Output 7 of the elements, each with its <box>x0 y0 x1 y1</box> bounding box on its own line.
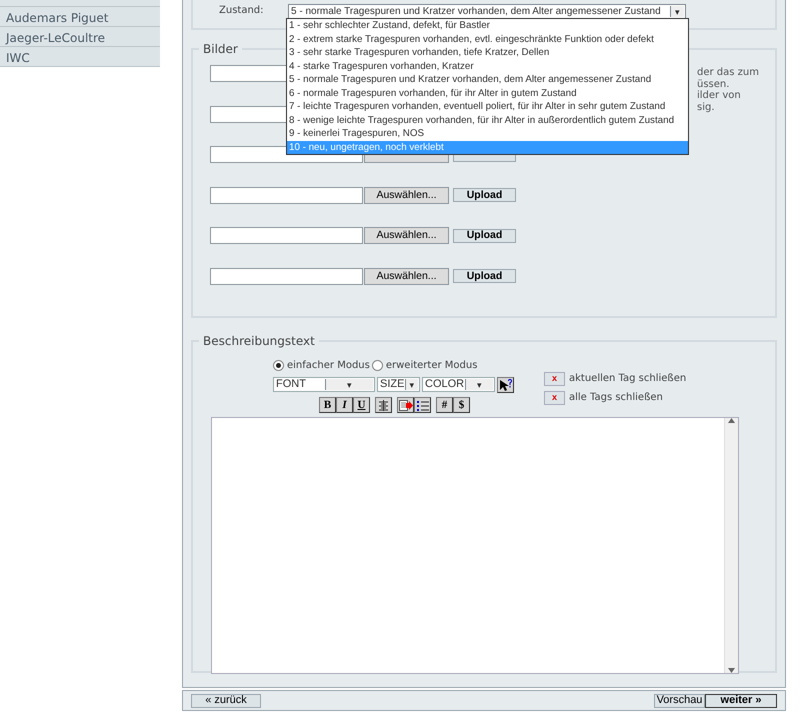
note-text: üssen. <box>697 78 730 90</box>
note-text: ilder von <box>697 90 742 102</box>
note-text: sig. <box>697 102 716 113</box>
note-text: der das zum <box>697 67 759 78</box>
close-tag-label: alle Tags schließen <box>569 391 663 405</box>
field-label: Zustand: <box>219 4 264 18</box>
close-tag-label: aktuellen Tag schließen <box>569 372 686 386</box>
